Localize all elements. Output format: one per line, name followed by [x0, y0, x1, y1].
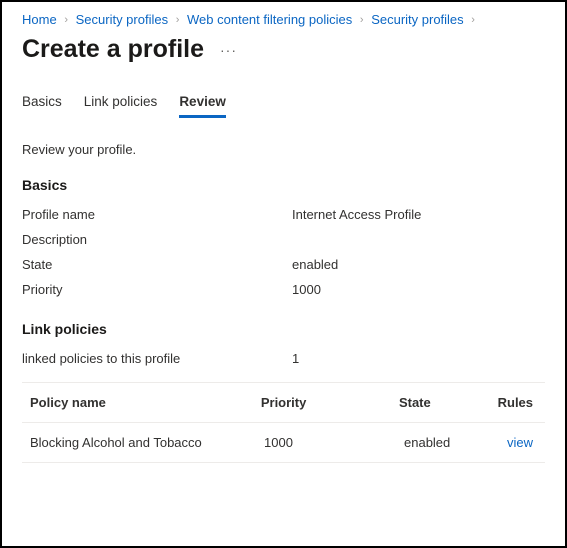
- review-help-text: Review your profile.: [22, 142, 545, 157]
- field-label: Profile name: [22, 207, 292, 222]
- col-header-priority: Priority: [261, 395, 399, 410]
- chevron-right-icon: ›: [471, 14, 475, 26]
- tab-basics[interactable]: Basics: [22, 94, 62, 118]
- chevron-right-icon: ›: [176, 14, 180, 26]
- field-label: State: [22, 257, 292, 272]
- breadcrumb-item[interactable]: Security profiles: [371, 12, 463, 27]
- table-row: Blocking Alcohol and Tobacco 1000 enable…: [22, 423, 545, 463]
- breadcrumb-item[interactable]: Home: [22, 12, 57, 27]
- field-value: enabled: [292, 257, 338, 272]
- field-state: State enabled: [22, 257, 545, 272]
- more-icon[interactable]: ···: [220, 42, 237, 58]
- policies-table: Policy name Priority State Rules Blockin…: [22, 382, 545, 463]
- breadcrumb: Home › Security profiles › Web content f…: [22, 12, 545, 27]
- chevron-right-icon: ›: [64, 14, 68, 26]
- cell-priority: 1000: [264, 435, 404, 450]
- page-title: Create a profile: [22, 35, 204, 64]
- tab-review[interactable]: Review: [179, 94, 226, 118]
- field-label: linked policies to this profile: [22, 351, 292, 366]
- section-heading-link-policies: Link policies: [22, 321, 545, 337]
- breadcrumb-item[interactable]: Web content filtering policies: [187, 12, 352, 27]
- linked-policies-count: linked policies to this profile 1: [22, 351, 545, 366]
- col-header-policy-name: Policy name: [30, 395, 261, 410]
- field-profile-name: Profile name Internet Access Profile: [22, 207, 545, 222]
- breadcrumb-item[interactable]: Security profiles: [76, 12, 168, 27]
- col-header-state: State: [399, 395, 498, 410]
- cell-state: enabled: [404, 435, 504, 450]
- field-label: Priority: [22, 282, 292, 297]
- table-header: Policy name Priority State Rules: [22, 382, 545, 423]
- field-label: Description: [22, 232, 292, 247]
- field-value: 1000: [292, 282, 321, 297]
- col-header-rules: Rules: [498, 395, 537, 410]
- field-description: Description: [22, 232, 545, 247]
- field-priority: Priority 1000: [22, 282, 545, 297]
- field-value: Internet Access Profile: [292, 207, 421, 222]
- view-rules-link[interactable]: view: [507, 435, 533, 450]
- tab-link-policies[interactable]: Link policies: [84, 94, 158, 118]
- cell-policy-name: Blocking Alcohol and Tobacco: [30, 435, 264, 450]
- chevron-right-icon: ›: [360, 14, 364, 26]
- field-value: 1: [292, 351, 299, 366]
- tabs: Basics Link policies Review: [22, 94, 545, 118]
- section-heading-basics: Basics: [22, 177, 545, 193]
